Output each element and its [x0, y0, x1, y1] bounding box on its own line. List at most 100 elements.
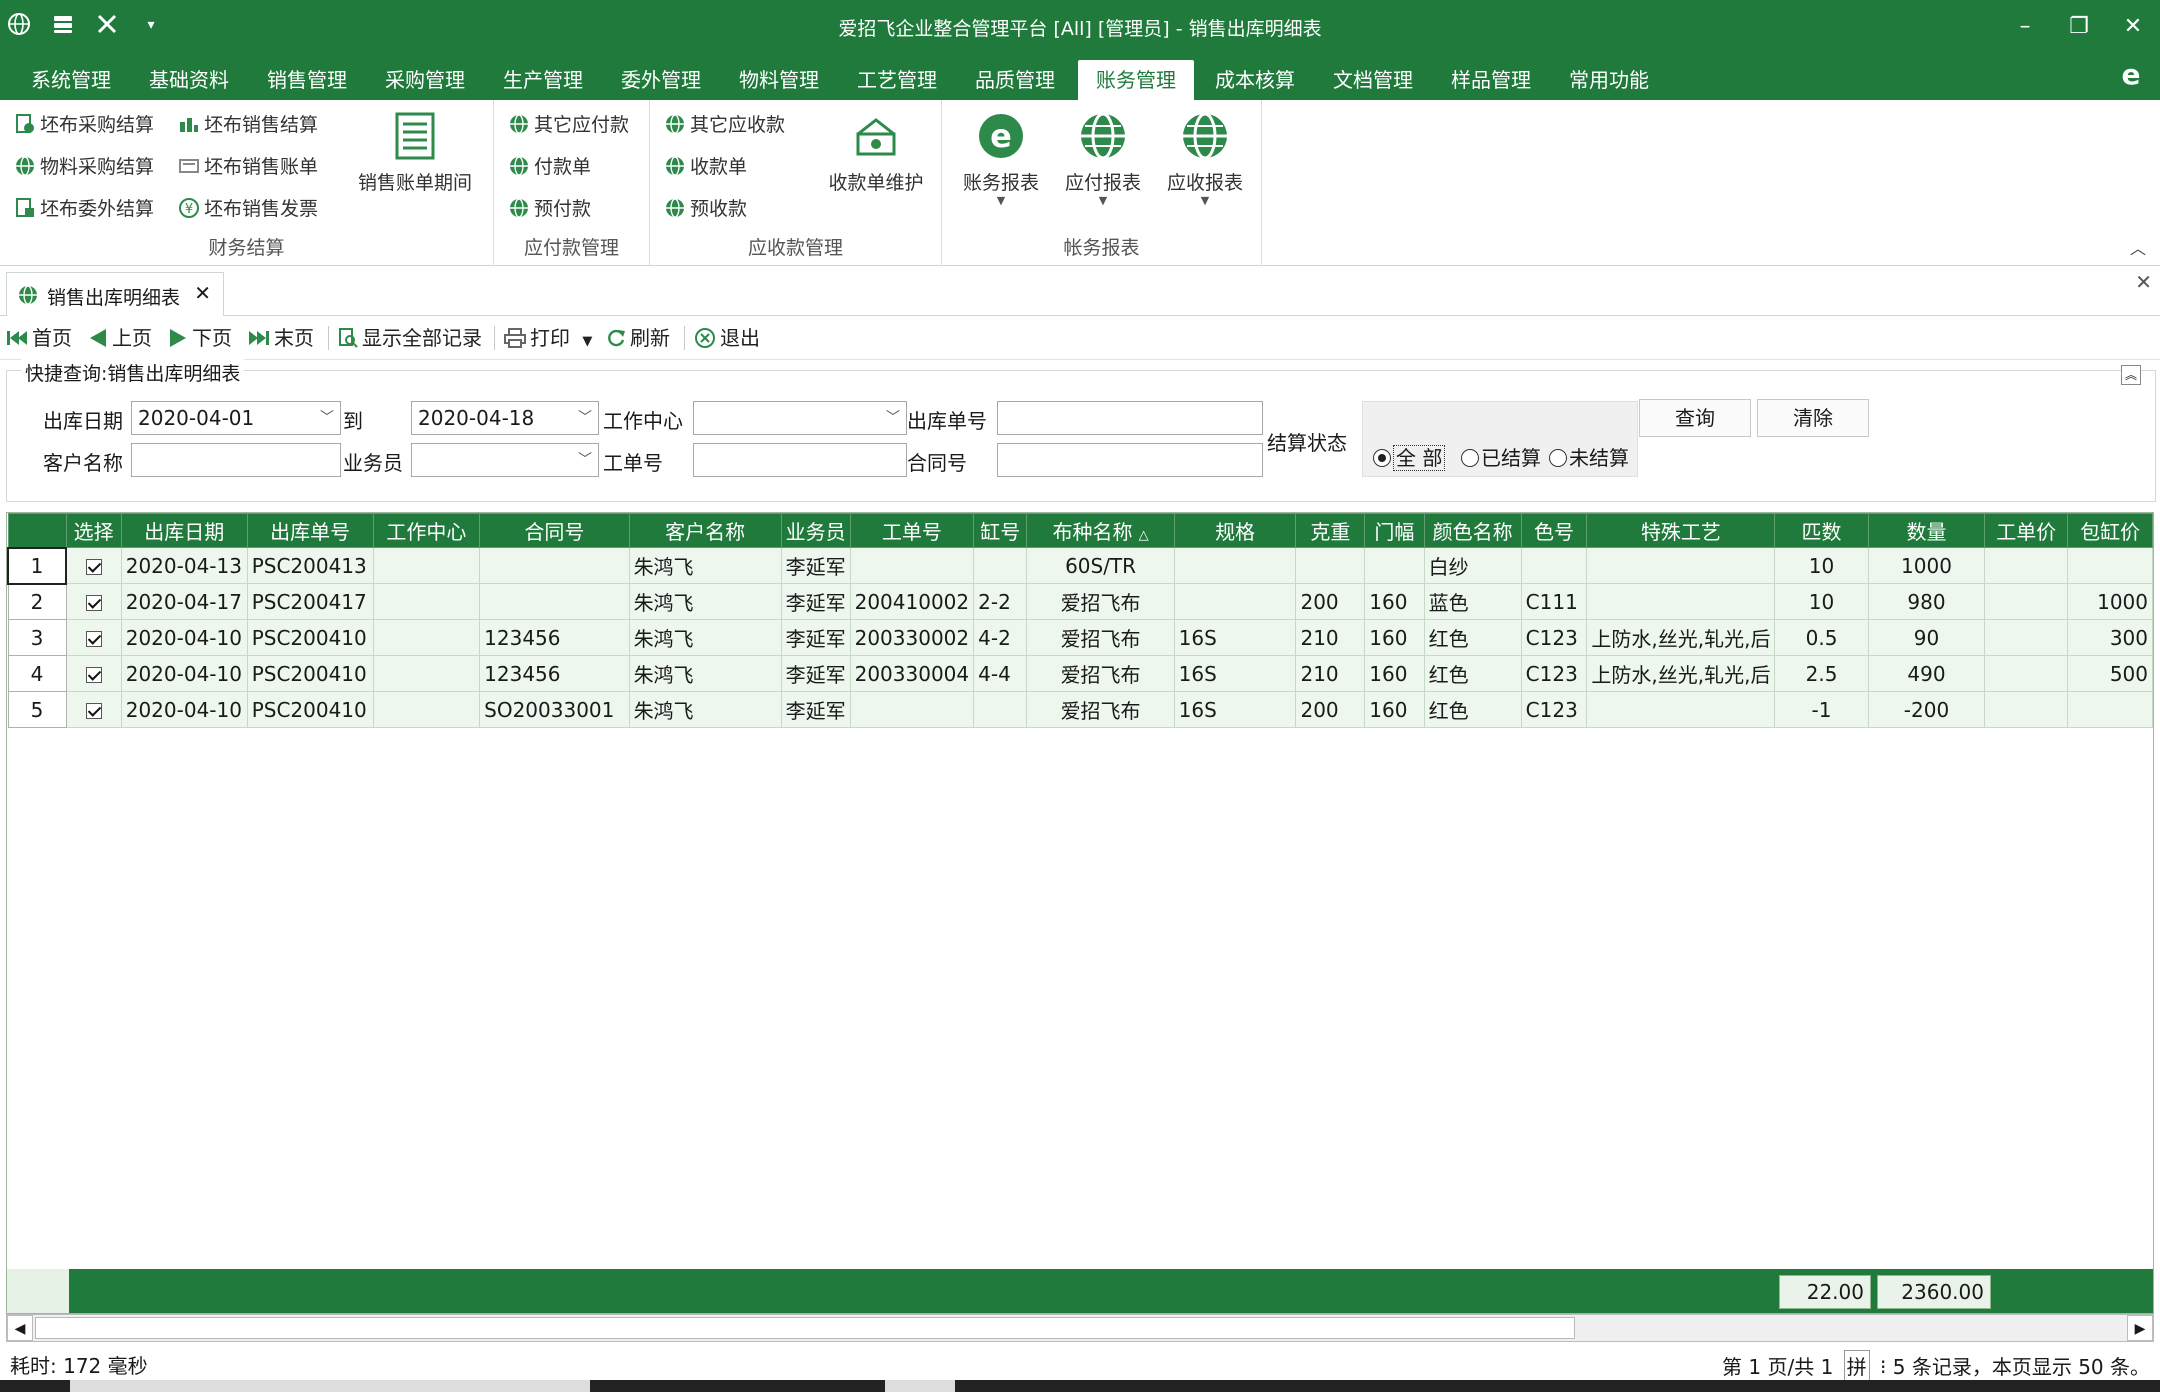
ribbon-item-receipt-slip[interactable]: 收款单: [664, 150, 747, 184]
minimize-button[interactable]: –: [1998, 0, 2052, 54]
cell-rownum[interactable]: 3: [7, 619, 67, 656]
date-from-picker[interactable]: 2020-04-01 ﹀: [131, 401, 341, 435]
tab-samples[interactable]: 样品管理: [1436, 60, 1546, 100]
row-checkbox[interactable]: [85, 595, 102, 611]
cell-select[interactable]: [65, 619, 122, 656]
refresh-button[interactable]: 刷新: [606, 322, 670, 354]
chevron-down-icon[interactable]: ﹀: [320, 402, 334, 434]
ribbon-item-greige-outsource-settle[interactable]: 坯布委外结算: [14, 192, 154, 226]
col-header-pieces[interactable]: 匹数: [1774, 513, 1869, 548]
last-page-button[interactable]: 末页: [248, 322, 314, 354]
table-row[interactable]: 5 2020-04-10 PSC200410 SO20033001 朱鸿飞 李延军 爱招飞布…: [7, 691, 2153, 728]
col-header-workcenter[interactable]: 工作中心: [372, 513, 481, 548]
settle-radio-all[interactable]: 全 部: [1373, 442, 1446, 471]
ribbon-item-sales-bill-period[interactable]: 销售账单期间: [348, 110, 482, 195]
col-header-vat-no[interactable]: 缸号: [973, 513, 1028, 548]
col-header-job-price[interactable]: 工单价: [1984, 513, 2069, 548]
ribbon-item-payment-slip[interactable]: 付款单: [508, 150, 591, 184]
next-page-button[interactable]: 下页: [168, 322, 232, 354]
dropdown-arrow-icon[interactable]: ▼: [1054, 195, 1152, 207]
tab-common[interactable]: 常用功能: [1554, 60, 1664, 100]
tab-process[interactable]: 工艺管理: [842, 60, 952, 100]
cell-rownum[interactable]: 1: [7, 546, 68, 585]
col-header-color-name[interactable]: 颜色名称: [1423, 513, 1522, 548]
salesman-select[interactable]: ﹀: [411, 443, 599, 477]
prev-page-button[interactable]: 上页: [88, 322, 152, 354]
ribbon-item-other-payable[interactable]: 其它应付款: [508, 108, 629, 142]
cell-select[interactable]: [65, 547, 122, 584]
dropdown-arrow-icon[interactable]: ▼: [952, 195, 1050, 207]
taskbar-item[interactable]: [70, 1380, 590, 1392]
clear-button[interactable]: 清除: [1757, 399, 1869, 437]
settle-radio-settled[interactable]: 已结算: [1461, 442, 1541, 471]
ribbon-item-other-receivable[interactable]: 其它应收款: [664, 108, 785, 142]
col-header-width[interactable]: 门幅: [1364, 513, 1425, 548]
first-page-button[interactable]: 首页: [6, 322, 72, 354]
cell-rownum[interactable]: 5: [7, 691, 67, 728]
ribbon-item-greige-sales-bill[interactable]: 坯布销售账单: [178, 150, 318, 184]
close-all-tabs-icon[interactable]: ✕: [2135, 270, 2152, 294]
col-header-vat-price[interactable]: 包缸价: [2067, 513, 2153, 548]
ribbon-collapse-icon[interactable]: ︿: [2130, 235, 2146, 259]
ime-indicator[interactable]: 拼: [1843, 1350, 1870, 1381]
scrollbar-thumb[interactable]: [35, 1317, 1575, 1339]
ribbon-item-greige-purchase-settle[interactable]: 坯布采购结算: [14, 108, 154, 142]
col-header-job-no[interactable]: 工单号: [849, 513, 975, 548]
col-header-select[interactable]: 选择: [65, 513, 122, 548]
table-row[interactable]: 3 2020-04-10 PSC200410 123456 朱鸿飞 李延军 20033000…: [7, 619, 2153, 656]
tab-basic-data[interactable]: 基础资料: [134, 60, 244, 100]
search-button[interactable]: 查询: [1639, 399, 1751, 437]
tab-accounting[interactable]: 账务管理: [1078, 60, 1194, 100]
tab-materials[interactable]: 物料管理: [724, 60, 834, 100]
settle-radio-unsettled[interactable]: 未结算: [1549, 442, 1629, 471]
tab-production[interactable]: 生产管理: [488, 60, 598, 100]
table-row[interactable]: 1 2020-04-13 PSC200413 朱鸿飞 李延军 60S/TR 白纱 10 1000: [7, 546, 2153, 585]
tab-outsourcing[interactable]: 委外管理: [606, 60, 716, 100]
tab-documents[interactable]: 文档管理: [1318, 60, 1428, 100]
print-button[interactable]: 打印 ▼: [504, 322, 592, 354]
chevron-down-icon[interactable]: ﹀: [886, 402, 900, 434]
close-button[interactable]: ✕: [2106, 0, 2160, 54]
job-no-input[interactable]: [693, 443, 907, 477]
panel-collapse-icon[interactable]: ︽: [2121, 365, 2141, 385]
col-header-weight[interactable]: 克重: [1295, 513, 1366, 548]
customer-input[interactable]: [131, 443, 341, 477]
col-header-special-process[interactable]: 特殊工艺: [1586, 513, 1776, 548]
cell-select[interactable]: [65, 583, 122, 620]
ribbon-item-greige-sales-settle[interactable]: 坯布销售结算: [178, 108, 318, 142]
tab-quality[interactable]: 品质管理: [960, 60, 1070, 100]
ribbon-item-account-report[interactable]: e 账务报表 ▼: [952, 110, 1050, 207]
horizontal-scrollbar[interactable]: ◀ ▶: [6, 1314, 2154, 1342]
col-header-out-date[interactable]: 出库日期: [120, 513, 248, 548]
row-checkbox[interactable]: [85, 703, 102, 719]
taskbar-item[interactable]: [885, 1380, 955, 1392]
col-header-out-no[interactable]: 出库单号: [246, 513, 374, 548]
cell-select[interactable]: [65, 655, 122, 692]
ime-toggle-icon[interactable]: ⁝: [1880, 1355, 1886, 1379]
ribbon-item-payable-report[interactable]: 应付报表 ▼: [1054, 110, 1152, 207]
col-header-customer[interactable]: 客户名称: [628, 513, 782, 548]
tab-system[interactable]: 系统管理: [16, 60, 126, 100]
table-row[interactable]: 4 2020-04-10 PSC200410 123456 朱鸿飞 李延军 20033000…: [7, 655, 2153, 692]
doc-tab-sales-outbound-detail[interactable]: 销售出库明细表 ✕: [6, 272, 224, 316]
ribbon-item-material-purchase-settle[interactable]: 物料采购结算: [14, 150, 154, 184]
row-checkbox[interactable]: [85, 559, 102, 575]
col-header-contract[interactable]: 合同号: [479, 513, 630, 548]
ribbon-item-prepayment[interactable]: 预付款: [508, 192, 591, 226]
ribbon-item-receipt-maintenance[interactable]: 收款单维护: [814, 110, 938, 195]
cell-rownum[interactable]: 4: [7, 655, 67, 692]
col-header-spec[interactable]: 规格: [1173, 513, 1297, 548]
col-header-quantity[interactable]: 数量: [1867, 513, 1986, 548]
scroll-left-icon[interactable]: ◀: [7, 1315, 33, 1341]
chevron-down-icon[interactable]: ﹀: [578, 444, 592, 476]
restore-button[interactable]: ❐: [2052, 0, 2106, 54]
browser-e-icon[interactable]: e: [2116, 60, 2146, 90]
contract-input[interactable]: [997, 443, 1263, 477]
dropdown-arrow-icon[interactable]: ▼: [1156, 195, 1254, 207]
col-header-color-no[interactable]: 色号: [1520, 513, 1588, 548]
row-checkbox[interactable]: [85, 667, 102, 683]
cell-select[interactable]: [65, 691, 122, 728]
ribbon-item-receivable-report[interactable]: 应收报表 ▼: [1156, 110, 1254, 207]
exit-button[interactable]: 退出: [694, 322, 760, 354]
out-no-input[interactable]: [997, 401, 1263, 435]
